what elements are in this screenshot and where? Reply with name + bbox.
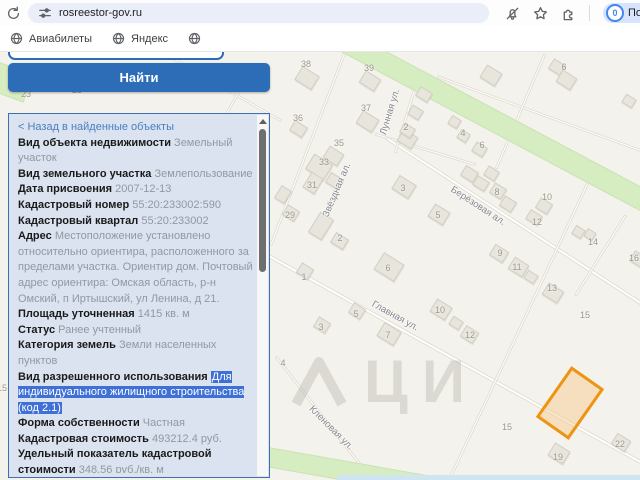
info-row-parcel-type: Вид земельного участка Землепользование xyxy=(18,167,253,183)
info-row-cadastral-block: Кадастровый квартал 55:20:233002 xyxy=(18,214,253,230)
house-number: 36 xyxy=(293,113,303,123)
house-number: 15 xyxy=(0,383,7,393)
info-row-area: Площадь уточненная 1415 кв. м xyxy=(18,307,253,323)
house-number: 1 xyxy=(301,272,306,282)
bookmark-yandex[interactable]: Яндекс xyxy=(112,32,168,45)
house-number: 16 xyxy=(629,253,639,263)
house-number: 4 xyxy=(460,128,465,138)
bookmark-unnamed[interactable] xyxy=(188,32,207,45)
house-number: 3 xyxy=(400,183,405,193)
house-number: 39 xyxy=(364,63,374,73)
street-label: Лунная ул. xyxy=(378,88,402,137)
house-number: 12 xyxy=(532,217,542,227)
building xyxy=(447,115,462,129)
cian-logo-triangle xyxy=(290,356,348,408)
house-number: 2 xyxy=(403,122,408,132)
search-input[interactable] xyxy=(8,52,224,60)
url-bar[interactable]: rosreestor-gov.ru xyxy=(28,3,489,23)
info-row-permitted-use: Вид разрешенного использования Для индив… xyxy=(18,370,253,417)
profile-badge: 0 xyxy=(606,4,624,22)
page-viewport: Лунная ул.Звёздная ал.Берёзовая ал.Главн… xyxy=(0,52,640,480)
road xyxy=(386,136,640,319)
globe-icon xyxy=(112,32,125,45)
map-bottom-strip xyxy=(337,475,640,480)
scrollbar-thumb[interactable] xyxy=(259,129,266,272)
selected-parcel[interactable] xyxy=(536,366,604,440)
reload-button[interactable] xyxy=(6,6,21,21)
house-number: 37 xyxy=(361,103,371,113)
scroll-up-arrow[interactable] xyxy=(259,119,267,124)
info-row-date: Дата присвоения 2007-12-13 xyxy=(18,182,253,198)
info-row-land-category: Категория земель Земли населенных пункто… xyxy=(18,338,253,369)
house-number: 11 xyxy=(512,262,521,272)
extensions-icon[interactable] xyxy=(561,6,576,21)
find-button[interactable]: Найти xyxy=(8,63,270,92)
house-number: 7 xyxy=(385,330,390,340)
house-number: 22 xyxy=(615,439,625,449)
globe-icon xyxy=(10,32,23,45)
house-number: 12 xyxy=(465,330,475,340)
house-number: 5 xyxy=(435,210,440,220)
building xyxy=(523,270,538,285)
browser-window: rosreestor-gov.ru 0 xyxy=(0,0,640,480)
building xyxy=(359,70,382,91)
house-number: 15 xyxy=(580,310,590,320)
bookmark-star-icon[interactable] xyxy=(533,6,548,21)
street-label: Кленовая ул. xyxy=(307,404,356,453)
house-number: 5 xyxy=(353,309,358,319)
house-number: 15 xyxy=(502,422,512,432)
house-number: 19 xyxy=(553,452,563,462)
house-number: 2 xyxy=(337,233,342,243)
house-number: 6 xyxy=(479,140,484,150)
house-number: 8 xyxy=(494,187,499,197)
building xyxy=(294,66,319,90)
object-info-panel: < Назад в найденные объекты Вид объекта … xyxy=(8,113,270,478)
cian-watermark: ЦИ xyxy=(290,352,479,412)
house-number: 35 xyxy=(334,138,344,148)
house-number: 10 xyxy=(542,192,552,202)
url-text: rosreestor-gov.ru xyxy=(59,7,142,19)
toolbar-separator xyxy=(589,5,590,21)
house-number: 10 xyxy=(435,305,445,315)
back-link[interactable]: < Назад в найденные объекты xyxy=(18,120,253,136)
building xyxy=(571,225,586,239)
browser-toolbar: rosreestor-gov.ru 0 xyxy=(0,0,640,26)
house-number: 6 xyxy=(385,263,390,273)
info-row-cadastral-number: Кадастровый номер 55:20:233002:590 xyxy=(18,198,253,214)
house-number: 13 xyxy=(547,283,557,293)
globe-icon xyxy=(188,32,201,45)
building xyxy=(448,316,463,331)
building xyxy=(479,64,502,86)
info-row-ownership: Форма собственности Частная xyxy=(18,416,253,432)
site-settings-icon[interactable] xyxy=(38,6,52,20)
house-number: 29 xyxy=(285,210,295,220)
info-row-object-type: Вид объекта недвижимости Земельный участ… xyxy=(18,136,253,167)
info-row-specific-value: Удельный показатель кадастровой стоимост… xyxy=(18,447,253,473)
bookmarks-bar: Авиабилеты Яндекс xyxy=(0,26,640,52)
profile-button[interactable]: 0 По xyxy=(603,3,640,23)
house-number: 4 xyxy=(280,358,285,368)
info-row-address: Адрес Местоположение установлено относит… xyxy=(18,229,253,307)
info-row-cadastral-value: Кадастровая стоимость 493212.4 руб. xyxy=(18,432,253,448)
notifications-blocked-icon[interactable] xyxy=(505,6,520,21)
house-number: 38 xyxy=(301,59,311,69)
house-number: 9 xyxy=(497,248,502,258)
toolbar-actions: 0 По xyxy=(505,3,640,23)
info-row-status: Статус Ранее учтенный xyxy=(18,323,253,339)
road xyxy=(574,214,627,296)
house-number: 3 xyxy=(318,322,323,332)
panel-scrollbar[interactable] xyxy=(257,115,268,476)
building xyxy=(621,94,636,109)
object-info-content: < Назад в найденные объекты Вид объекта … xyxy=(18,120,253,473)
profile-label: По xyxy=(628,7,640,19)
house-number: 6 xyxy=(561,62,566,72)
building xyxy=(355,110,379,133)
house-number: 14 xyxy=(588,237,598,247)
house-number: 33 xyxy=(319,157,329,167)
bookmark-aviabilety[interactable]: Авиабилеты xyxy=(10,32,92,45)
house-number: 31 xyxy=(307,180,317,190)
